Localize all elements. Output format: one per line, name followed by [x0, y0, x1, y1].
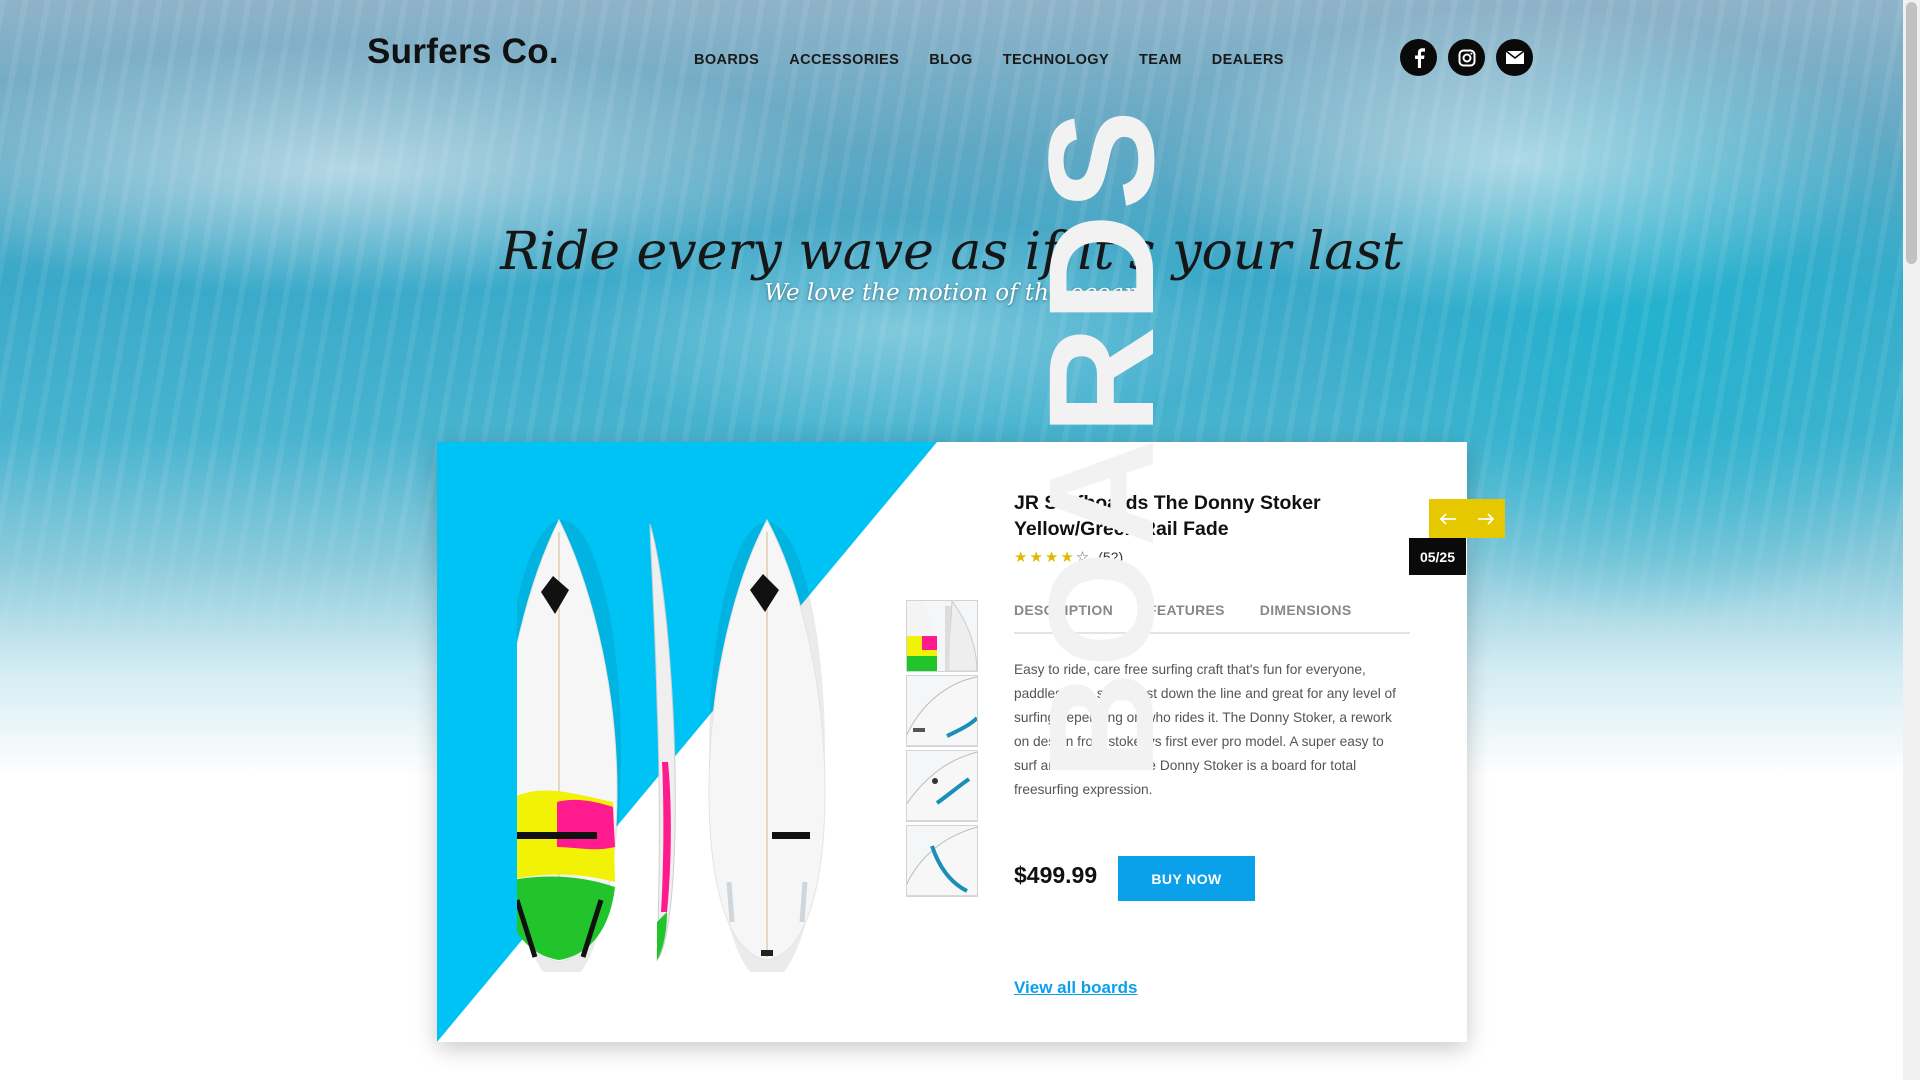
boards-watermark: BOARDS [1017, 105, 1185, 780]
scrollbar[interactable] [1903, 0, 1920, 1080]
hero-tagline: Ride every wave as if it's your last [500, 222, 1403, 282]
product-image [517, 518, 826, 972]
thumbnail-2[interactable] [906, 675, 978, 747]
thumbnail-4[interactable] [906, 825, 978, 897]
nav-accessories[interactable]: ACCESSORIES [789, 52, 899, 68]
product-price: $499.99 [1014, 862, 1098, 888]
nav-technology[interactable]: TECHNOLOGY [1003, 52, 1109, 68]
carousel-arrows [1429, 499, 1505, 538]
buy-now-button[interactable]: BUY NOW [1118, 856, 1255, 901]
scrollbar-thumb[interactable] [1906, 2, 1917, 264]
instagram-icon[interactable] [1448, 39, 1485, 76]
nav-dealers[interactable]: DEALERS [1212, 52, 1284, 68]
nav-blog[interactable]: BLOG [929, 52, 973, 68]
email-icon[interactable] [1496, 39, 1533, 76]
social-links [1400, 39, 1544, 76]
thumbnail-list [906, 600, 978, 900]
arrow-left-icon[interactable] [1429, 499, 1467, 538]
arrow-right-icon[interactable] [1467, 499, 1505, 538]
logo[interactable]: Surfers Co. [367, 32, 559, 72]
thumbnail-1[interactable] [906, 600, 978, 672]
hero-subline: We love the motion of the ocean [764, 280, 1139, 306]
main-nav: BOARDS ACCESSORIES BLOG TECHNOLOGY TEAM … [694, 52, 1314, 68]
view-all-boards-link[interactable]: View all boards [1014, 978, 1137, 998]
product-card: JR Surfboards The Donny Stoker Yellow/Gr… [437, 442, 1467, 1042]
nav-team[interactable]: TEAM [1139, 52, 1182, 68]
thumbnail-3[interactable] [906, 750, 978, 822]
tab-dimensions[interactable]: DIMENSIONS [1260, 602, 1352, 632]
nav-boards[interactable]: BOARDS [694, 52, 759, 68]
carousel-counter: 05/25 [1409, 538, 1466, 575]
facebook-icon[interactable] [1400, 39, 1437, 76]
